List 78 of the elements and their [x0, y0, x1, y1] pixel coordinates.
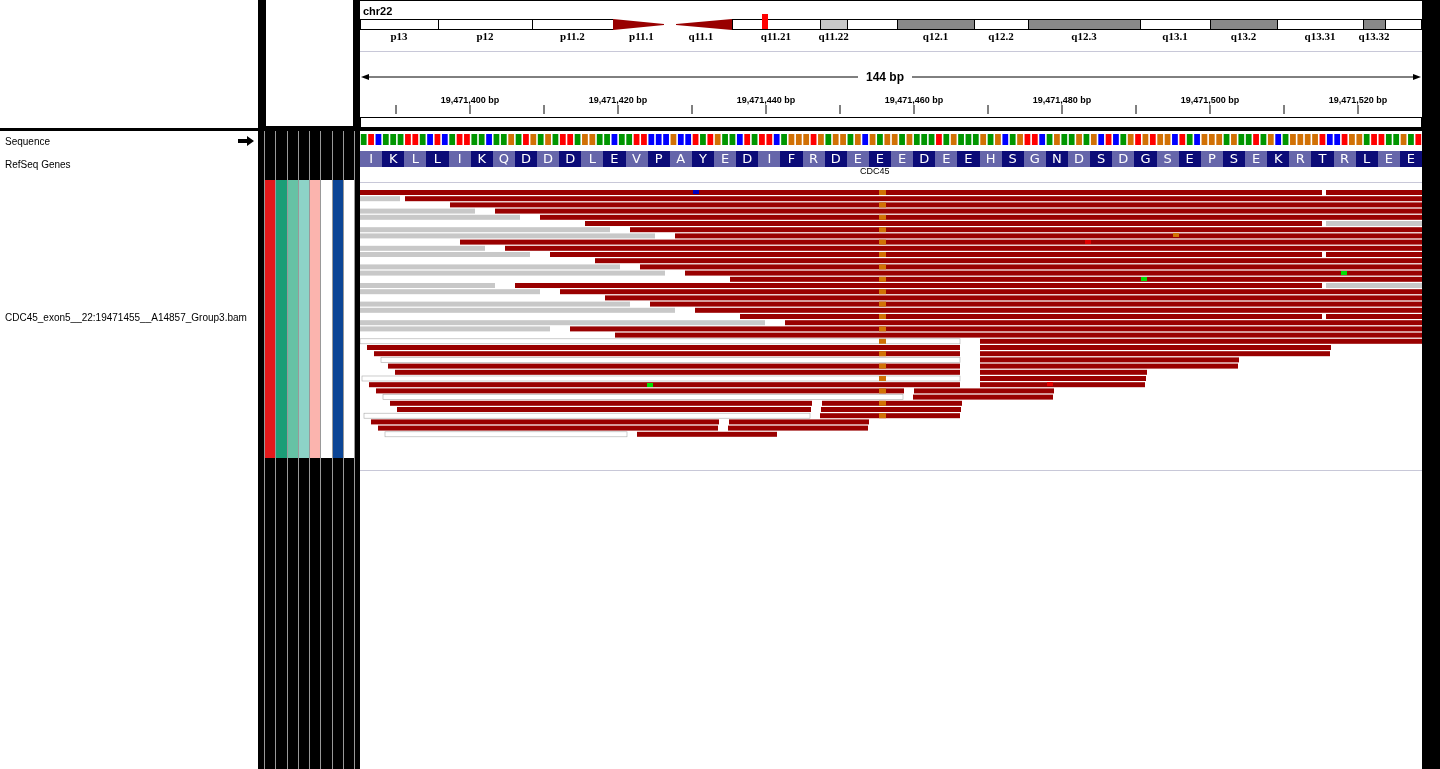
ruler-tick-label: 19,471,480 bp — [1032, 95, 1092, 105]
amino-acid-cell: A — [669, 151, 692, 167]
amino-acid-cell: P — [647, 151, 670, 167]
ruler-tick-label: 19,471,440 bp — [736, 95, 796, 105]
amino-acid-cell: E — [1245, 151, 1268, 167]
span-label: 144 bp — [858, 70, 912, 84]
amino-acid-cell: D — [559, 151, 582, 167]
amino-acid-cell: K — [382, 151, 405, 167]
amino-acid-cell: D — [514, 151, 537, 167]
amino-acid-cell: D — [913, 151, 936, 167]
band-label: q11.22 — [818, 30, 849, 43]
amino-acid-cell: V — [625, 151, 648, 167]
amino-acid-cell: S — [1090, 151, 1113, 167]
band-label: q13.31 — [1304, 30, 1336, 43]
ruler-tick-label: 19,471,420 bp — [588, 95, 648, 105]
band-label: p11.2 — [560, 30, 585, 43]
band-label: q12.2 — [988, 30, 1014, 43]
amino-acid-cell: E — [1377, 151, 1400, 167]
amino-acid-cell: R — [1333, 151, 1356, 167]
band-label: p13 — [390, 30, 408, 43]
amino-acid-cell: S — [1001, 151, 1024, 167]
amino-acid-cell: G — [1134, 151, 1157, 167]
band-label: q11.1 — [688, 30, 714, 43]
ruler-tick-label: 19,471,400 bp — [440, 95, 500, 105]
amino-acid-cell: E — [935, 151, 958, 167]
band-label: q12.3 — [1071, 30, 1097, 43]
amino-acid-cell: G — [1023, 151, 1046, 167]
amino-acid-cell: N — [1045, 151, 1068, 167]
amino-acid-cell: E — [1399, 151, 1422, 167]
track-name: Sequence — [5, 135, 51, 147]
current-region-marker — [762, 14, 768, 29]
track-name: RefSeq Genes — [5, 158, 71, 170]
amino-acid-cell: K — [470, 151, 493, 167]
amino-acid-cell: L — [1355, 151, 1378, 167]
band-label: q11.21 — [760, 30, 792, 43]
amino-acid-cell: I — [448, 151, 471, 167]
amino-acid-cell: D — [1068, 151, 1091, 167]
amino-acid-cell: L — [581, 151, 604, 167]
amino-acid-cell: I — [758, 151, 781, 167]
amino-acid-cell: E — [868, 151, 891, 167]
amino-acid-cell: D — [537, 151, 560, 167]
band-label: q13.1 — [1162, 30, 1188, 43]
amino-acid-cell: R — [1289, 151, 1312, 167]
chromosome-name: chr22 — [363, 5, 393, 18]
amino-acid-cell: E — [846, 151, 869, 167]
amino-acid-cell: D — [824, 151, 847, 167]
ruler-tick-label: 19,471,520 bp — [1328, 95, 1388, 105]
ruler-tick-label: 19,471,460 bp — [884, 95, 944, 105]
gene-name: CDC45 — [860, 166, 890, 177]
track-name: CDC45_exon5__22:19471455__A14857_Group3.bam — [5, 311, 247, 323]
amino-acid-cell: I — [360, 151, 383, 167]
amino-acid-cell: T — [1311, 151, 1334, 167]
amino-acid-cell: R — [802, 151, 825, 167]
amino-acid-cell: E — [957, 151, 980, 167]
band-label: q13.32 — [1358, 30, 1390, 43]
amino-acid-cell: K — [1267, 151, 1290, 167]
amino-acid-cell: D — [736, 151, 759, 167]
amino-acid-cell: F — [780, 151, 803, 167]
amino-acid-cell: Y — [691, 151, 714, 167]
amino-acid-cell: Q — [492, 151, 515, 167]
amino-acid-cell: E — [603, 151, 626, 167]
band-label: q12.1 — [922, 30, 949, 43]
amino-acid-cell: E — [891, 151, 914, 167]
amino-acid-cell: D — [1112, 151, 1135, 167]
amino-acid-cell: H — [979, 151, 1002, 167]
ruler-tick-label: 19,471,500 bp — [1180, 95, 1240, 105]
band-label: q13.2 — [1230, 30, 1257, 43]
amino-acid-cell: E — [714, 151, 737, 167]
amino-acid-cell: L — [426, 151, 449, 167]
strand-arrow-icon[interactable] — [238, 136, 254, 146]
amino-acid-cell: L — [404, 151, 427, 167]
amino-acid-cell: P — [1200, 151, 1223, 167]
amino-acid-cell: S — [1156, 151, 1179, 167]
band-label: p12 — [476, 30, 494, 43]
amino-acid-cell: E — [1178, 151, 1201, 167]
amino-acid-cell: S — [1222, 151, 1245, 167]
chromosome-band — [1210, 19, 1277, 30]
band-label: p11.1 — [629, 30, 654, 43]
